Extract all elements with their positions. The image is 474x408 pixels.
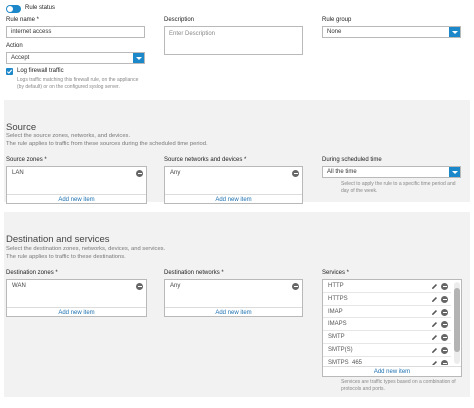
schedule-label: During scheduled time [322, 157, 382, 163]
checkbox-checked-icon [6, 69, 13, 74]
destination-networks-label: Destination networks [164, 270, 224, 276]
description-textarea[interactable]: Enter Description [164, 26, 303, 55]
chevron-down-icon[interactable] [449, 27, 460, 37]
chevron-down-icon[interactable] [133, 53, 144, 63]
description-placeholder: Enter Description [169, 31, 216, 37]
description-label: Description [164, 17, 195, 23]
service-row[interactable]: HTTP [323, 280, 451, 293]
rule-name-input[interactable]: internet access [6, 26, 145, 38]
service-name: SMTP(S) [328, 347, 353, 353]
list-item: WAN [12, 283, 26, 289]
service-row[interactable]: SMTPS_465 [323, 357, 451, 365]
rule-status-toggle[interactable] [6, 5, 21, 13]
list-item: Any [170, 170, 181, 176]
action-label: Action [6, 43, 23, 49]
destination-desc-2: The rule applies to traffic to these des… [6, 254, 126, 260]
service-row[interactable]: IMAPS [323, 318, 451, 332]
services-label: Services [322, 270, 349, 276]
pencil-icon[interactable] [431, 334, 438, 341]
destination-zones-label: Destination zones [6, 270, 58, 276]
service-name: IMAP [328, 308, 343, 315]
services-rows: HTTP HTTPS IMAP IMAPS SMTP SMTP(S) SMTPS_465 [323, 280, 461, 365]
service-row[interactable]: HTTPS [323, 293, 451, 306]
scrollbar-thumb[interactable] [454, 288, 460, 352]
pencil-icon[interactable] [431, 309, 438, 316]
rule-name-value: internet access [11, 29, 52, 35]
pencil-icon[interactable] [431, 347, 438, 354]
minus-circle-icon[interactable] [136, 283, 143, 290]
source-zones-label: Source zones [6, 157, 47, 163]
schedule-value: All the time [327, 169, 357, 175]
minus-circle-icon[interactable] [441, 321, 448, 329]
service-name: SMTP [328, 334, 345, 341]
chevron-down-icon[interactable] [449, 167, 460, 177]
schedule-select[interactable]: All the time [322, 166, 461, 178]
pencil-icon[interactable] [431, 283, 438, 290]
service-name: IMAPS [328, 321, 347, 328]
add-service-link[interactable]: Add new item [323, 366, 461, 376]
minus-circle-icon[interactable] [441, 308, 448, 316]
log-traffic-label: Log firewall traffic [17, 68, 64, 74]
minus-circle-icon[interactable] [292, 170, 299, 177]
destination-desc-1: Select the destination zones, networks, … [6, 246, 166, 252]
service-name: SMTPS_465 [328, 359, 363, 365]
services-help: Services are traffic types based on a co… [341, 379, 456, 392]
minus-circle-icon[interactable] [441, 283, 448, 290]
add-destination-network-link[interactable]: Add new item [165, 307, 302, 317]
source-networks-list: Any Add new item [164, 166, 303, 204]
rule-group-label: Rule group [322, 17, 352, 23]
minus-circle-icon[interactable] [441, 359, 448, 365]
destination-zones-list: WAN Add new item [6, 279, 147, 317]
service-name: HTTPS [328, 295, 348, 302]
source-networks-label: Source networks and devices * [164, 157, 247, 163]
services-list: HTTP HTTPS IMAP IMAPS SMTP SMTP(S) SMTPS_465 A… [322, 279, 462, 377]
destination-networks-list: Any Add new item [164, 279, 303, 317]
minus-circle-icon[interactable] [292, 283, 299, 290]
add-source-network-link[interactable]: Add new item [165, 194, 302, 204]
rule-group-value: None [327, 29, 342, 35]
minus-circle-icon[interactable] [136, 170, 143, 177]
service-row[interactable]: SMTP [323, 331, 451, 344]
source-desc-2: The rule applies to traffic from these s… [6, 141, 208, 147]
pencil-icon[interactable] [431, 296, 438, 303]
log-traffic-checkbox[interactable] [6, 68, 13, 75]
minus-circle-icon[interactable] [441, 334, 448, 342]
destination-title: Destination and services [6, 234, 110, 245]
list-item: LAN [12, 170, 24, 176]
minus-circle-icon[interactable] [441, 347, 448, 354]
rule-group-select[interactable]: None [322, 26, 461, 38]
service-name: HTTP [328, 283, 344, 289]
pencil-icon[interactable] [431, 321, 438, 328]
source-desc-1: Select the source zones, networks, and d… [6, 133, 131, 139]
action-select[interactable]: Accept [6, 52, 145, 64]
rule-name-label: Rule name [6, 17, 39, 23]
toggle-knob-icon [7, 6, 13, 12]
list-item: Any [170, 283, 181, 289]
source-zones-list: LAN Add new item [6, 166, 147, 204]
minus-circle-icon[interactable] [441, 295, 448, 303]
services-scrollbar[interactable] [454, 282, 460, 364]
action-value: Accept [11, 55, 30, 61]
rule-status-label: Rule status [25, 5, 56, 11]
add-destination-zone-link[interactable]: Add new item [7, 307, 146, 317]
pencil-icon[interactable] [431, 360, 438, 365]
service-row[interactable]: IMAP [323, 306, 451, 319]
add-source-zone-link[interactable]: Add new item [7, 194, 146, 204]
service-row[interactable]: SMTP(S) [323, 344, 451, 357]
schedule-help: Select to apply the rule to a specific t… [341, 181, 456, 194]
log-traffic-help: Logs traffic matching this firewall rule… [17, 77, 139, 90]
